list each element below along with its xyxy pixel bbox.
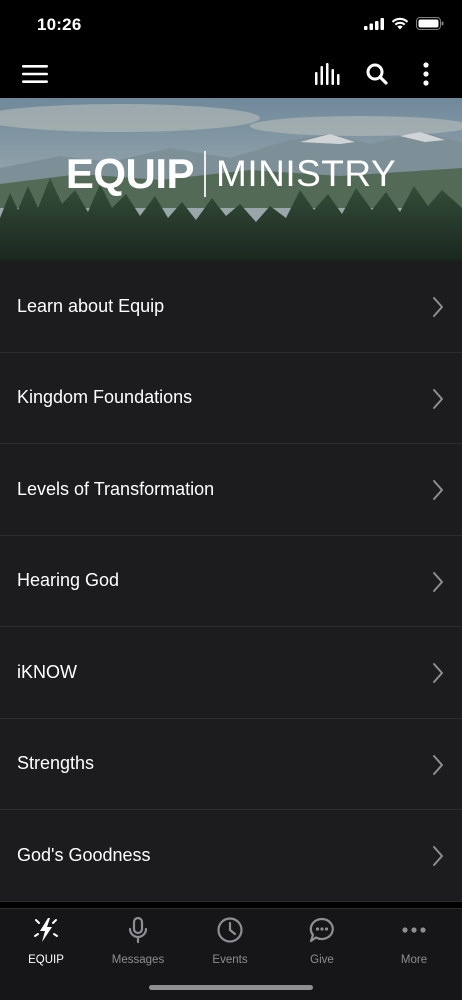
menu-item-label: Levels of Transformation — [17, 478, 215, 499]
chevron-right-icon — [433, 754, 443, 775]
banner-title-divider — [204, 151, 207, 197]
tab-label: Messages — [111, 954, 165, 966]
microphone-icon — [123, 915, 153, 945]
more-vertical-icon — [423, 62, 429, 86]
tab-messages[interactable]: Messages — [92, 915, 184, 975]
status-bar: 10:26 — [0, 0, 462, 50]
search-icon — [366, 63, 388, 85]
banner-title: EQUIP MINISTRY — [0, 150, 462, 198]
status-time: 10:26 — [37, 15, 82, 34]
menu-item-label: God's Goodness — [17, 844, 151, 865]
banner-title-bold: EQUIP — [65, 150, 195, 197]
app-bar — [0, 50, 462, 98]
chevron-right-icon — [433, 297, 443, 317]
menu-item-label: iKNOW — [17, 661, 77, 682]
tab-equip[interactable]: EQUIP — [0, 915, 92, 975]
menu-item-kingdom-foundations[interactable]: Kingdom Foundations — [0, 353, 462, 444]
more-horizontal-icon — [399, 915, 429, 945]
status-icons — [364, 17, 444, 30]
lightning-sparkle-icon — [31, 915, 61, 945]
tab-label: EQUIP — [28, 954, 64, 966]
search-button[interactable] — [361, 58, 393, 90]
menu-item-strengths[interactable]: Strengths — [0, 719, 462, 810]
menu-item-label: Learn about Equip — [17, 295, 165, 316]
chat-bubble-icon — [307, 915, 337, 945]
bar-chart-icon — [315, 63, 340, 85]
tab-label: Events — [212, 954, 248, 966]
wifi-icon — [391, 17, 409, 30]
menu-item-learn-about-equip[interactable]: Learn about Equip — [0, 261, 462, 353]
chevron-right-icon — [433, 663, 443, 683]
battery-icon — [416, 17, 444, 30]
overflow-menu-button[interactable] — [410, 58, 442, 90]
menu-item-label: Kingdom Foundations — [17, 387, 193, 408]
banner-title-light: MINISTRY — [216, 153, 397, 194]
menu-list: Learn about Equip Kingdom Foundations Le… — [0, 261, 462, 902]
tab-more[interactable]: More — [368, 915, 460, 975]
tab-label: Give — [310, 954, 334, 966]
chevron-right-icon — [433, 846, 443, 866]
clock-icon — [215, 915, 245, 945]
home-indicator — [149, 985, 313, 990]
chevron-right-icon — [433, 571, 443, 592]
menu-item-label: Strengths — [17, 753, 95, 774]
tab-give[interactable]: Give — [276, 915, 368, 975]
hamburger-menu-button[interactable] — [19, 58, 51, 90]
menu-item-hearing-god[interactable]: Hearing God — [0, 536, 462, 627]
hero-banner: EQUIP MINISTRY — [0, 98, 462, 261]
chevron-right-icon — [433, 388, 443, 409]
chevron-right-icon — [433, 480, 443, 500]
menu-item-levels-of-transformation[interactable]: Levels of Transformation — [0, 444, 462, 536]
hamburger-menu-icon — [22, 65, 48, 83]
cellular-signal-icon — [364, 17, 384, 30]
menu-item-gods-goodness[interactable]: God's Goodness — [0, 810, 462, 902]
menu-item-label: Hearing God — [17, 570, 120, 591]
menu-item-iknow[interactable]: iKNOW — [0, 627, 462, 719]
tab-events[interactable]: Events — [184, 915, 276, 975]
audio-levels-button[interactable] — [312, 58, 344, 90]
tab-label: More — [400, 954, 428, 966]
